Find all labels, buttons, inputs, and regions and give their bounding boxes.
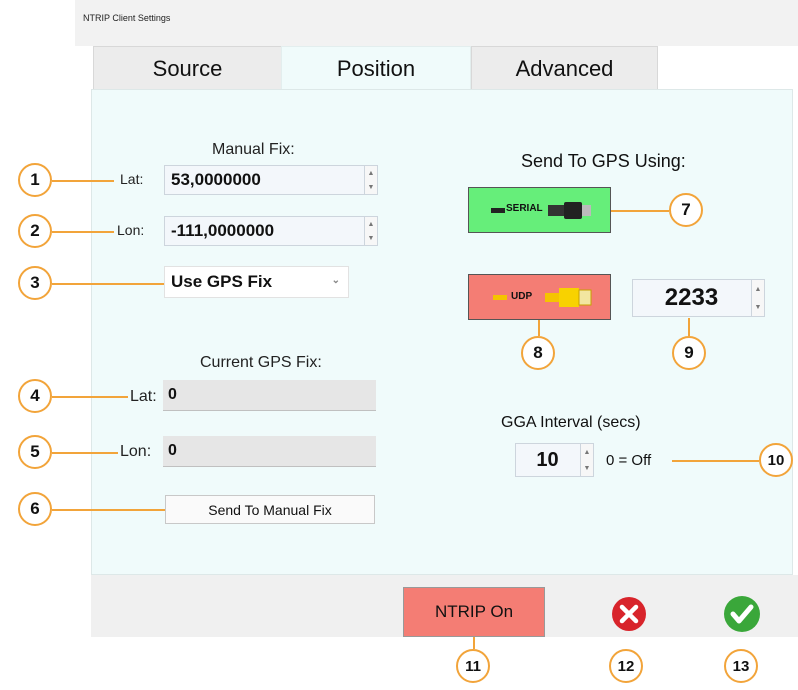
callout-line	[538, 320, 540, 336]
udp-port-stepper[interactable]: ▲ ▼	[751, 280, 764, 316]
chevron-up-icon[interactable]: ▲	[365, 166, 377, 180]
send-to-manual-fix-button[interactable]: Send To Manual Fix	[165, 495, 375, 524]
close-icon	[612, 597, 646, 631]
fix-mode-selected: Use GPS Fix	[171, 272, 273, 291]
ntrip-on-button[interactable]: NTRIP On	[403, 587, 545, 637]
udp-port-input[interactable]: 2233	[632, 279, 765, 317]
callout-10: 10	[759, 443, 793, 477]
callout-line	[688, 318, 690, 336]
callout-8: 8	[521, 336, 555, 370]
current-lon-label: Lon:	[120, 443, 152, 460]
chevron-down-icon[interactable]: ▼	[365, 231, 377, 245]
window-title: NTRIP Client Settings	[83, 13, 171, 23]
title-bar	[75, 0, 798, 46]
callout-3: 3	[18, 266, 52, 300]
manual-fix-heading: Manual Fix:	[212, 141, 295, 158]
udp-button[interactable]: UDP	[468, 274, 611, 320]
send-to-gps-heading: Send To GPS Using:	[521, 151, 686, 171]
callout-line	[52, 231, 114, 233]
chevron-up-icon[interactable]: ▲	[581, 444, 593, 460]
chevron-up-icon[interactable]: ▲	[365, 217, 377, 231]
manual-lat-stepper[interactable]: ▲ ▼	[364, 166, 377, 194]
current-lon-value: 0	[163, 436, 376, 467]
gga-interval-heading: GGA Interval (secs)	[501, 414, 641, 431]
chevron-down-icon[interactable]: ▼	[752, 298, 764, 316]
callout-2: 2	[18, 214, 52, 248]
udp-label: UDP	[511, 291, 533, 302]
callout-9: 9	[672, 336, 706, 370]
chevron-down-icon[interactable]: ▼	[365, 180, 377, 194]
callout-1: 1	[18, 163, 52, 197]
tab-advanced[interactable]: Advanced	[471, 46, 658, 90]
callout-6: 6	[18, 492, 52, 526]
current-lat-value: 0	[163, 380, 376, 411]
gga-interval-stepper[interactable]: ▲ ▼	[580, 444, 593, 476]
manual-lon-input[interactable]: -111,0000000	[164, 216, 378, 246]
chevron-up-icon[interactable]: ▲	[752, 280, 764, 298]
gga-off-note: 0 = Off	[606, 452, 652, 469]
fix-mode-select[interactable]: Use GPS Fix ⌄	[164, 266, 349, 298]
callout-line	[52, 180, 114, 182]
manual-lon-stepper[interactable]: ▲ ▼	[364, 217, 377, 245]
callout-line	[52, 396, 128, 398]
tab-position[interactable]: Position	[281, 46, 471, 90]
cancel-button[interactable]	[611, 596, 647, 632]
serial-button[interactable]: SERIAL	[468, 187, 611, 233]
callout-4: 4	[18, 379, 52, 413]
callout-line	[611, 210, 669, 212]
callout-line	[473, 637, 475, 649]
manual-lat-label: Lat:	[120, 171, 144, 187]
callout-11: 11	[456, 649, 490, 683]
chevron-down-icon: ⌄	[331, 275, 340, 286]
checkmark-icon	[724, 596, 760, 632]
tab-source[interactable]: Source	[93, 46, 282, 90]
callout-5: 5	[18, 435, 52, 469]
chevron-down-icon[interactable]: ▼	[581, 460, 593, 476]
callout-line	[52, 283, 164, 285]
ok-button[interactable]	[723, 595, 761, 633]
callout-line	[52, 509, 165, 511]
serial-label: SERIAL	[506, 203, 543, 214]
current-fix-heading: Current GPS Fix:	[200, 354, 322, 371]
current-lat-label: Lat:	[130, 388, 157, 405]
callout-12: 12	[609, 649, 643, 683]
ethernet-cable-icon	[493, 288, 592, 307]
callout-7: 7	[669, 193, 703, 227]
callout-line	[52, 452, 118, 454]
manual-lat-input[interactable]: 53,0000000	[164, 165, 378, 195]
callout-13: 13	[724, 649, 758, 683]
manual-lon-label: Lon:	[117, 222, 145, 238]
callout-line	[672, 460, 759, 462]
